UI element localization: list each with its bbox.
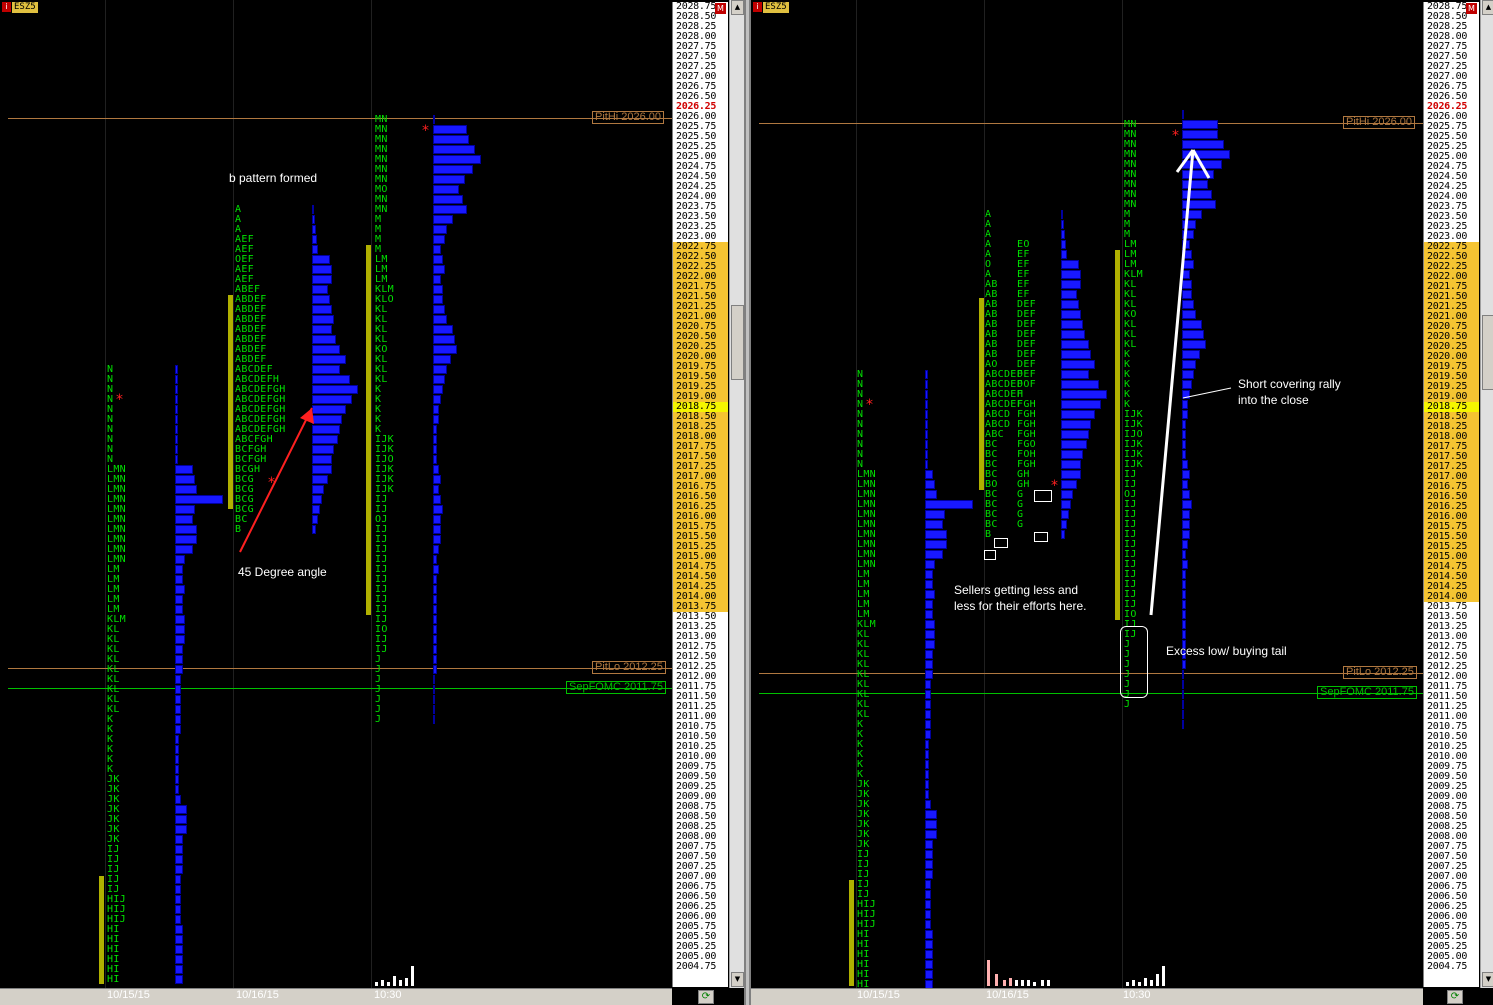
red-arrowhead: [300, 408, 314, 424]
left-price-axis[interactable]: 2028.75 2028.50 2028.25 2028.00 2027.75 2027.…: [672, 2, 728, 987]
right-vertical-scrollbar[interactable]: ▲ ▼: [1480, 0, 1493, 988]
white-arrow-line: [1149, 149, 1195, 616]
red-arrow-line: [239, 407, 313, 553]
left-vertical-scrollbar[interactable]: ▲ ▼: [729, 0, 744, 988]
left-time-axis: [0, 988, 672, 1005]
date-label: 10:30: [374, 989, 402, 1001]
left-chart-panel: PitHi 2026.00 PitLo 2012.25 SepFOMC 2011.7…: [0, 0, 746, 1005]
annotation-arrows: [1149, 149, 1232, 616]
info-icon[interactable]: i: [753, 2, 762, 12]
price-tick: 2004.75: [1427, 961, 1468, 972]
symbol-label[interactable]: ESZ5: [12, 2, 38, 13]
date-label: 10/16/15: [236, 989, 279, 1001]
white-arrowhead-right: [1191, 149, 1211, 179]
menu-icon[interactable]: M: [715, 3, 726, 14]
right-market-profile-chart[interactable]: PitHi 2026.00 PitLo 2012.25 SepFOMC 2011.7…: [751, 0, 1423, 988]
left-market-profile-chart[interactable]: PitHi 2026.00 PitLo 2012.25 SepFOMC 2011.7…: [0, 0, 672, 988]
right-chart-panel: PitHi 2026.00 PitLo 2012.25 SepFOMC 2011.7…: [749, 0, 1493, 1005]
scroll-thumb[interactable]: [1482, 315, 1493, 390]
scroll-up-icon[interactable]: ▲: [1482, 0, 1493, 15]
menu-icon[interactable]: M: [1466, 3, 1477, 14]
date-label: 10:30: [1123, 989, 1151, 1001]
pointer-line: [1182, 387, 1232, 399]
scroll-down-icon[interactable]: ▼: [731, 972, 744, 987]
scroll-thumb[interactable]: [731, 305, 744, 380]
symbol-label[interactable]: ESZ5: [763, 2, 789, 13]
date-label: 10/15/15: [857, 989, 900, 1001]
refresh-icon[interactable]: ⟳: [1447, 990, 1463, 1004]
info-icon[interactable]: i: [2, 2, 11, 12]
annotation-arrows: [239, 407, 314, 553]
right-price-axis[interactable]: 2028.75 2028.50 2028.25 2028.00 2027.75 2027.…: [1423, 2, 1479, 987]
date-label: 10/15/15: [107, 989, 150, 1001]
date-label: 10/16/15: [986, 989, 1029, 1001]
scroll-up-icon[interactable]: ▲: [731, 0, 744, 15]
price-tick: 2004.75: [676, 961, 717, 972]
right-time-axis: [751, 988, 1423, 1005]
scroll-down-icon[interactable]: ▼: [1482, 972, 1493, 987]
refresh-icon[interactable]: ⟳: [698, 990, 714, 1004]
